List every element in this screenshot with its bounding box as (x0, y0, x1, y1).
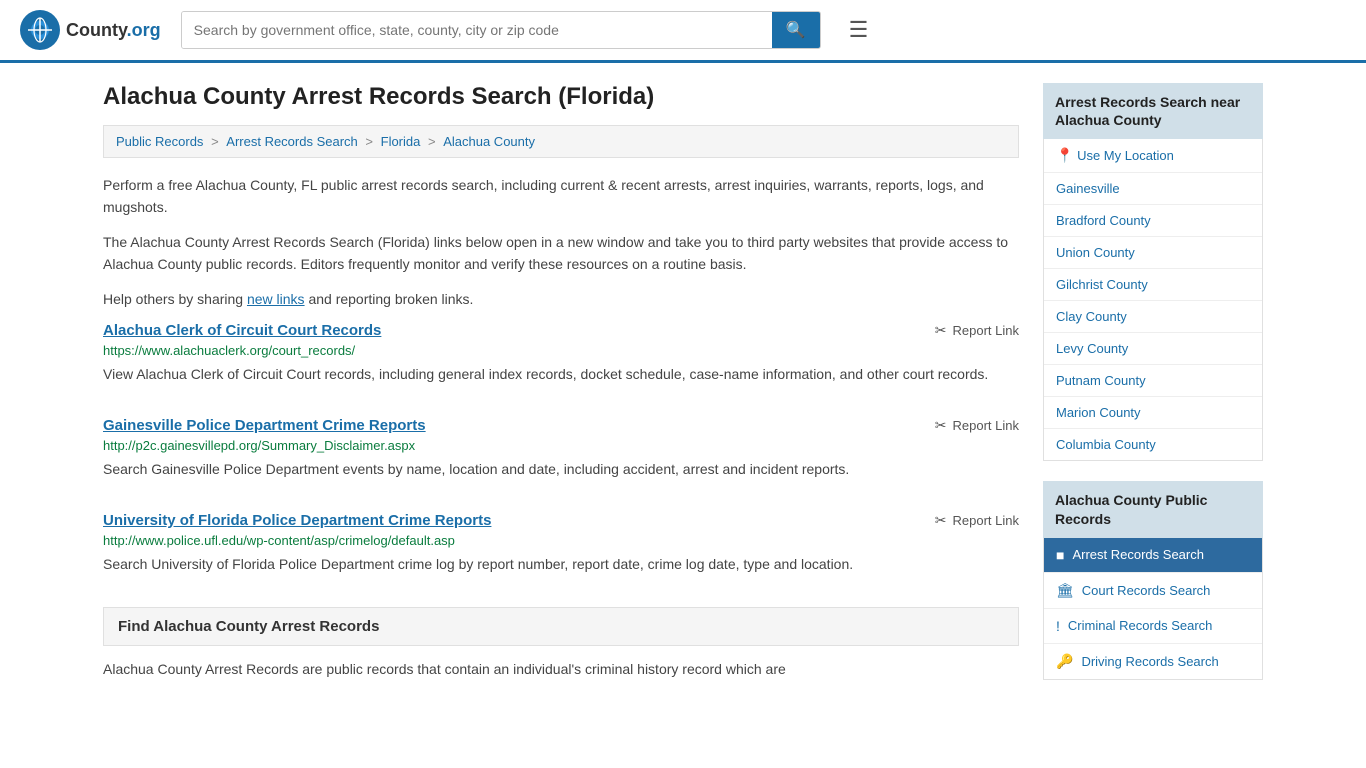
criminal-records-icon: ! (1056, 618, 1060, 634)
sidebar-link-columbia[interactable]: Columbia County (1044, 429, 1262, 460)
content-area: Alachua County Arrest Records Search (Fl… (103, 83, 1019, 700)
scissors-icon-1: ✂ (935, 417, 947, 434)
search-input[interactable] (182, 12, 772, 48)
intro-p3-before: Help others by sharing (103, 291, 247, 307)
intro-p2: The Alachua County Arrest Records Search… (103, 231, 1019, 276)
main-layout: Alachua County Arrest Records Search (Fl… (83, 63, 1283, 720)
report-link-btn-0[interactable]: ✂ Report Link (935, 322, 1019, 339)
scissors-icon-2: ✂ (935, 512, 947, 529)
hamburger-icon: ☰ (849, 17, 869, 42)
location-icon: 📍 (1056, 147, 1073, 163)
sidebar-driving-records-link[interactable]: 🔑 Driving Records Search (1044, 644, 1262, 679)
sidebar-link-gilchrist[interactable]: Gilchrist County (1044, 269, 1262, 301)
scissors-icon-0: ✂ (935, 322, 947, 339)
sidebar-link-levy[interactable]: Levy County (1044, 333, 1262, 365)
intro-p3-after: and reporting broken links. (305, 291, 474, 307)
hamburger-menu-button[interactable]: ☰ (841, 13, 877, 47)
logo-icon (20, 10, 60, 50)
court-records-icon: 🏛 (1056, 582, 1074, 599)
record-url-2[interactable]: http://www.police.ufl.edu/wp-content/asp… (103, 533, 1019, 548)
intro-description: Perform a free Alachua County, FL public… (103, 174, 1019, 310)
record-item-header-0: Alachua Clerk of Circuit Court Records ✂… (103, 322, 1019, 339)
record-url-0[interactable]: https://www.alachuaclerk.org/court_recor… (103, 343, 1019, 358)
search-container: 🔍 (181, 11, 821, 49)
arrest-records-label: Arrest Records Search (1072, 547, 1204, 562)
intro-p3: Help others by sharing new links and rep… (103, 288, 1019, 310)
breadcrumb-sep-2: > (365, 134, 376, 149)
sidebar-link-gainesville[interactable]: Gainesville (1044, 173, 1262, 205)
record-item-header-1: Gainesville Police Department Crime Repo… (103, 417, 1019, 434)
use-location-label: Use My Location (1077, 148, 1174, 163)
breadcrumb-alachua[interactable]: Alachua County (443, 134, 535, 149)
page-title: Alachua County Arrest Records Search (Fl… (103, 83, 1019, 111)
logo-link[interactable]: County.org (20, 10, 161, 50)
breadcrumb: Public Records > Arrest Records Search >… (103, 125, 1019, 158)
sidebar: Arrest Records Search near Alachua Count… (1043, 83, 1263, 700)
sidebar-link-bradford[interactable]: Bradford County (1044, 205, 1262, 237)
sidebar-link-putnam[interactable]: Putnam County (1044, 365, 1262, 397)
sidebar-link-union[interactable]: Union County (1044, 237, 1262, 269)
record-item-1: Gainesville Police Department Crime Repo… (103, 417, 1019, 488)
report-link-btn-2[interactable]: ✂ Report Link (935, 512, 1019, 529)
sidebar-nearby-header: Arrest Records Search near Alachua Count… (1043, 83, 1263, 139)
report-link-label-0: Report Link (953, 323, 1019, 338)
record-item-0: Alachua Clerk of Circuit Court Records ✂… (103, 322, 1019, 393)
report-link-label-1: Report Link (953, 418, 1019, 433)
record-desc-2: Search University of Florida Police Depa… (103, 554, 1019, 575)
record-url-1[interactable]: http://p2c.gainesvillepd.org/Summary_Dis… (103, 438, 1019, 453)
court-records-label: Court Records Search (1082, 583, 1211, 598)
record-title-1[interactable]: Gainesville Police Department Crime Repo… (103, 417, 426, 434)
breadcrumb-arrest-records[interactable]: Arrest Records Search (226, 134, 358, 149)
arrest-records-icon: ■ (1056, 547, 1064, 563)
sidebar-link-marion[interactable]: Marion County (1044, 397, 1262, 429)
record-title-2[interactable]: University of Florida Police Department … (103, 512, 491, 529)
breadcrumb-sep-1: > (211, 134, 222, 149)
intro-p1: Perform a free Alachua County, FL public… (103, 174, 1019, 219)
record-title-0[interactable]: Alachua Clerk of Circuit Court Records (103, 322, 381, 339)
sidebar-nearby-list: 📍 Use My Location Gainesville Bradford C… (1043, 139, 1263, 461)
breadcrumb-public-records[interactable]: Public Records (116, 134, 203, 149)
records-list: Alachua Clerk of Circuit Court Records ✂… (103, 322, 1019, 583)
record-item-2: University of Florida Police Department … (103, 512, 1019, 583)
criminal-records-label: Criminal Records Search (1068, 618, 1213, 633)
record-desc-0: View Alachua Clerk of Circuit Court reco… (103, 364, 1019, 385)
report-link-label-2: Report Link (953, 513, 1019, 528)
find-section-text: Alachua County Arrest Records are public… (103, 658, 1019, 680)
search-button[interactable]: 🔍 (772, 12, 820, 48)
sidebar-public-records-header: Alachua County Public Records (1043, 481, 1263, 537)
logo-text: County.org (66, 20, 161, 41)
report-link-btn-1[interactable]: ✂ Report Link (935, 417, 1019, 434)
site-header: County.org 🔍 ☰ (0, 0, 1366, 63)
sidebar-criminal-records-link[interactable]: ! Criminal Records Search (1044, 609, 1262, 644)
sidebar-nearby-section: Arrest Records Search near Alachua Count… (1043, 83, 1263, 461)
find-section-heading: Find Alachua County Arrest Records (103, 607, 1019, 646)
breadcrumb-sep-3: > (428, 134, 439, 149)
sidebar-court-records-link[interactable]: 🏛 Court Records Search (1044, 573, 1262, 609)
driving-records-label: Driving Records Search (1081, 654, 1218, 669)
record-desc-1: Search Gainesville Police Department eve… (103, 459, 1019, 480)
record-item-header-2: University of Florida Police Department … (103, 512, 1019, 529)
sidebar-arrest-records-link[interactable]: ■ Arrest Records Search (1044, 538, 1262, 573)
sidebar-link-clay[interactable]: Clay County (1044, 301, 1262, 333)
new-links-link[interactable]: new links (247, 291, 305, 307)
sidebar-use-location[interactable]: 📍 Use My Location (1044, 139, 1262, 173)
breadcrumb-florida[interactable]: Florida (381, 134, 421, 149)
sidebar-records-list: ■ Arrest Records Search 🏛 Court Records … (1043, 538, 1263, 680)
sidebar-public-records-section: Alachua County Public Records ■ Arrest R… (1043, 481, 1263, 679)
driving-records-icon: 🔑 (1056, 653, 1073, 670)
search-icon: 🔍 (786, 22, 806, 39)
